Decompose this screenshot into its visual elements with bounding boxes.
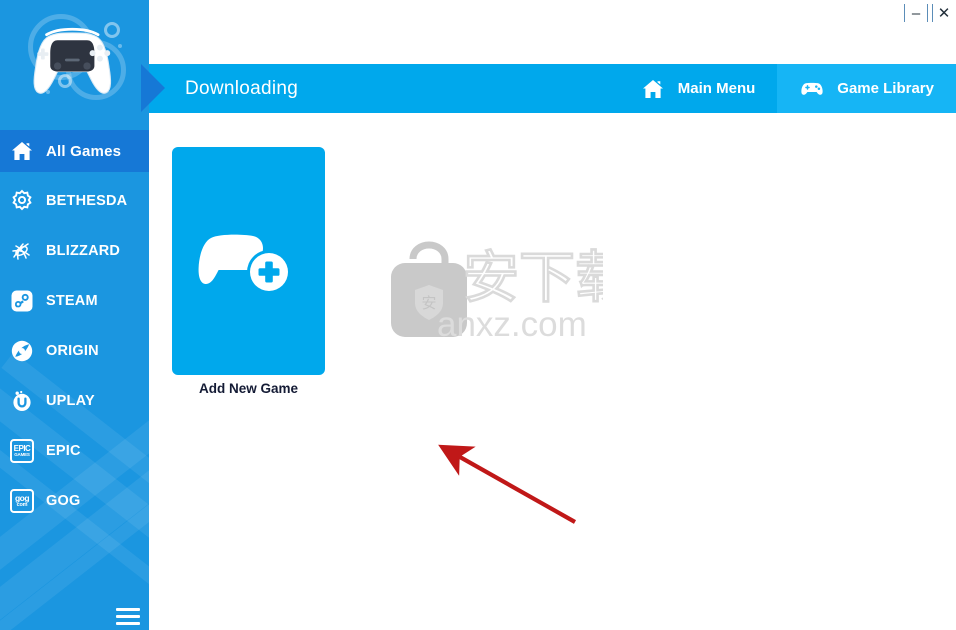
minimize-button[interactable]: – <box>907 3 925 23</box>
close-button[interactable]: ✕ <box>935 3 953 23</box>
epic-badge-bottom-label: GAMES <box>14 451 30 457</box>
watermark-domain-text: anxz.com <box>437 305 587 344</box>
svg-text:安下载: 安下载 <box>463 246 603 311</box>
sidebar-item-label: STEAM <box>46 293 98 309</box>
annotation-arrow <box>438 444 577 524</box>
sidebar-item-label: ORIGIN <box>46 343 99 359</box>
sidebar-item-steam[interactable]: STEAM <box>0 280 149 322</box>
header-button-game-library[interactable]: Game Library <box>777 64 956 113</box>
sidebar-item-epic[interactable]: EPIC GAMES EPIC <box>0 430 149 472</box>
window-controls: – ✕ <box>902 2 953 24</box>
sidebar: All Games BETHESDA BLIZZARD STEAM ORIGIN… <box>0 0 149 630</box>
home-icon <box>640 76 666 102</box>
bethesda-icon <box>8 187 36 215</box>
gog-icon: gog com <box>8 487 36 515</box>
header-button-main-menu[interactable]: Main Menu <box>618 64 778 113</box>
sidebar-item-gog[interactable]: gog com GOG <box>0 480 149 522</box>
blizzard-icon <box>8 237 36 265</box>
hamburger-bar <box>116 622 140 625</box>
sidebar-item-label: UPLAY <box>46 393 95 409</box>
application-window: All Games BETHESDA BLIZZARD STEAM ORIGIN… <box>0 0 956 630</box>
header-button-label: Main Menu <box>677 80 756 97</box>
watermark-cn-text: 安下载 <box>462 245 633 313</box>
epic-games-icon: EPIC GAMES <box>8 437 36 465</box>
app-logo <box>0 0 149 128</box>
window-control-separator <box>904 4 905 22</box>
header-button-label: Game Library <box>837 80 934 97</box>
sidebar-nav: All Games BETHESDA BLIZZARD STEAM ORIGIN… <box>0 130 149 530</box>
sidebar-item-label: EPIC <box>46 443 81 459</box>
main-content: 安 安下载 anxz.com Add New Game <box>149 113 956 630</box>
watermark-bag-icon: 安 <box>391 241 467 337</box>
sidebar-item-label: BLIZZARD <box>46 243 121 259</box>
gamepad-plus-icon <box>198 234 291 294</box>
hamburger-menu-icon[interactable] <box>116 608 140 626</box>
sidebar-item-blizzard[interactable]: BLIZZARD <box>0 230 149 272</box>
gamepad-icon <box>799 76 825 102</box>
home-icon <box>8 137 36 165</box>
app-logo-gamepad-icon <box>33 27 112 94</box>
header-arrow-decoration <box>141 64 165 112</box>
svg-text:安: 安 <box>421 294 436 312</box>
add-new-game-card[interactable] <box>172 147 325 375</box>
page-title: Downloading <box>185 77 299 99</box>
sidebar-item-bethesda[interactable]: BETHESDA <box>0 180 149 222</box>
origin-icon <box>8 337 36 365</box>
sidebar-item-label: BETHESDA <box>46 193 128 209</box>
gog-badge-bottom-label: com <box>16 501 28 508</box>
sidebar-item-origin[interactable]: ORIGIN <box>0 330 149 372</box>
hamburger-bar <box>116 615 140 618</box>
window-control-separator <box>927 4 928 22</box>
sidebar-item-uplay[interactable]: UPLAY <box>0 380 149 422</box>
title-bar: – ✕ <box>149 0 956 64</box>
uplay-icon <box>8 387 36 415</box>
sidebar-item-all-games[interactable]: All Games <box>0 130 149 172</box>
steam-icon <box>8 287 36 315</box>
hamburger-bar <box>116 608 140 611</box>
sidebar-item-label: All Games <box>46 142 122 160</box>
window-control-separator <box>932 4 933 22</box>
add-new-game-label: Add New Game <box>198 381 299 396</box>
watermark: 安 安下载 anxz.com <box>377 241 632 351</box>
page-header: Downloading Main Menu Game Library <box>141 64 956 113</box>
sidebar-item-label: GOG <box>46 493 81 509</box>
